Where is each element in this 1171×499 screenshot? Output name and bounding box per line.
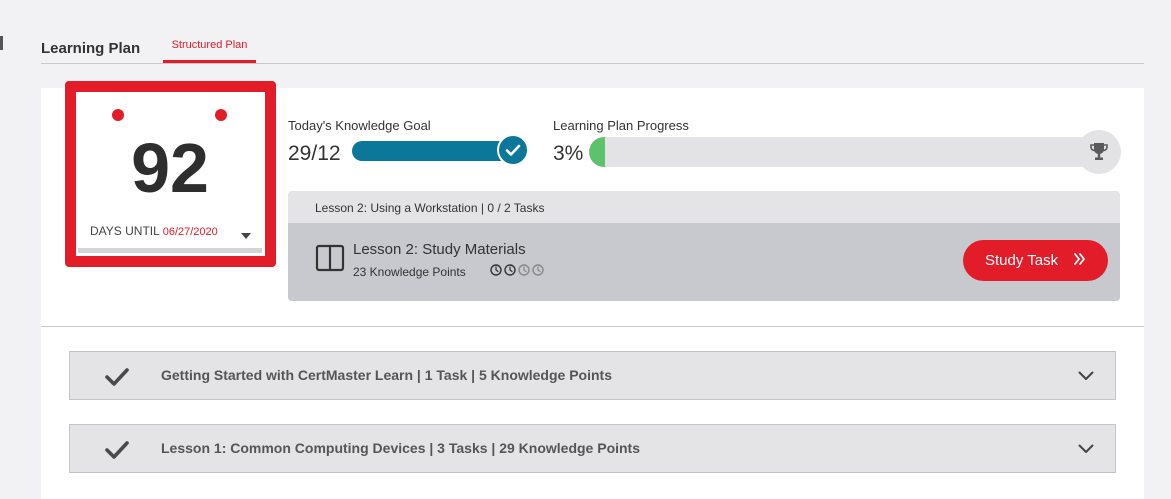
plan-progress-title: Learning Plan Progress	[553, 118, 689, 133]
lesson-header: Lesson 2: Using a Workstation | 0 / 2 Ta…	[315, 201, 545, 215]
current-lesson-card: Lesson 2: Using a Workstation | 0 / 2 Ta…	[288, 191, 1120, 301]
plan-progress-value: 3%	[553, 142, 584, 165]
chevron-down-icon[interactable]	[1078, 444, 1094, 454]
goal-value: 29/12	[288, 142, 341, 165]
goal-title: Today's Knowledge Goal	[288, 118, 431, 133]
left-edge-marker	[0, 36, 3, 50]
plan-progress-bar	[589, 137, 1119, 167]
clock-icon	[532, 264, 544, 276]
calendar-ring-dot	[112, 109, 124, 121]
lesson-row[interactable]: Lesson 1: Common Computing Devices | 3 T…	[69, 424, 1116, 473]
book-icon	[315, 243, 345, 278]
study-task-button[interactable]: Study Task	[963, 240, 1108, 281]
goal-progress-bar	[352, 141, 514, 161]
plan-progress-fill	[589, 137, 605, 167]
days-remaining: 92	[131, 129, 209, 207]
main-panel: 92 DAYS UNTIL 06/27/2020 Today's Knowled…	[41, 81, 1144, 499]
lesson-row-label: Getting Started with CertMaster Learn | …	[161, 367, 612, 383]
days-until-text: DAYS UNTIL	[90, 224, 160, 238]
current-task: Lesson 2: Study Materials 23 Knowledge P…	[288, 223, 1120, 301]
exam-date-label: DAYS UNTIL 06/27/2020	[90, 224, 218, 238]
checkmark-icon	[105, 441, 129, 459]
tab-structured-plan[interactable]: Structured Plan	[163, 30, 256, 63]
calendar-ring-dot	[215, 109, 227, 121]
clock-icon	[490, 264, 502, 276]
trophy-icon	[1077, 130, 1121, 174]
lesson-row-label: Lesson 1: Common Computing Devices | 3 T…	[161, 440, 641, 456]
clock-icon	[504, 264, 516, 276]
exam-date: 06/27/2020	[162, 226, 218, 238]
task-title: Lesson 2: Study Materials	[353, 241, 526, 258]
checkmark-icon	[105, 368, 129, 386]
check-circle-icon	[497, 134, 529, 166]
caret-down-icon[interactable]	[241, 233, 251, 239]
lesson-row[interactable]: Getting Started with CertMaster Learn | …	[69, 351, 1116, 400]
tab-structured-plan-label: Structured Plan	[171, 39, 248, 51]
countdown-calendar[interactable]: 92 DAYS UNTIL 06/27/2020	[78, 93, 262, 253]
study-task-label: Study Task	[985, 252, 1059, 269]
page-title: Learning Plan	[41, 40, 141, 57]
double-chevron-right-icon	[1074, 253, 1085, 265]
difficulty-rating	[490, 264, 544, 276]
task-points: 23 Knowledge Points	[353, 265, 466, 279]
plan-tabs: Learning Plan Structured Plan	[41, 30, 1144, 64]
clock-icon	[518, 264, 530, 276]
chevron-down-icon[interactable]	[1078, 371, 1094, 381]
section-divider	[41, 326, 1144, 327]
